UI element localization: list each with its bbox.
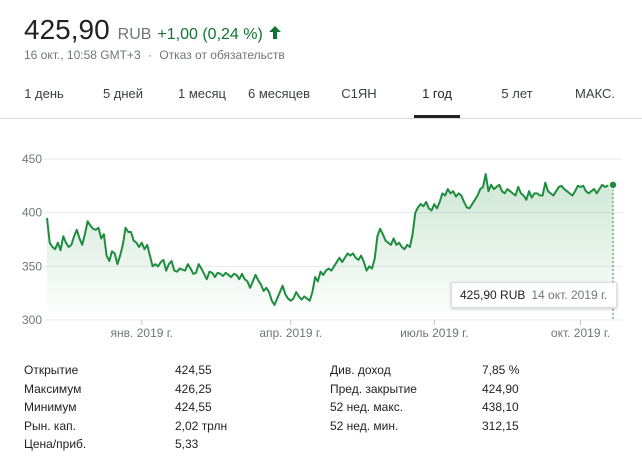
tab-max[interactable]: МАКС.: [573, 78, 617, 118]
stat-label: 52 нед. макс.: [330, 400, 404, 414]
stat-value: 312,15: [482, 418, 519, 433]
disclaimer-link[interactable]: Отказ от обязательств: [159, 48, 284, 62]
arrow-up-icon: [268, 26, 281, 44]
tab-1-year[interactable]: 1 год: [414, 78, 460, 118]
price-change: +1,00 (0,24 %): [157, 26, 263, 43]
tab-1-month[interactable]: 1 месяц: [176, 78, 228, 118]
tab-1-day[interactable]: 1 день: [22, 78, 66, 118]
hover-point: [608, 180, 618, 190]
stat-value: 7,85 %: [482, 363, 520, 377]
stat-value: 424,55: [175, 400, 212, 414]
stat-row-52w-low: 52 нед. мин. 312,15: [330, 419, 530, 438]
tab-6-months[interactable]: 6 месяцев: [247, 78, 311, 118]
quote-header: 425,90 RUB +1,00 (0,24 %) 16 окт., 10:58…: [24, 14, 285, 62]
stat-label: Минимум: [24, 400, 77, 414]
y-tick-label: 350: [22, 259, 42, 273]
stats-left-column: Открытие 424,55 Максимум 426,25 Минимум …: [24, 363, 264, 456]
stat-value: 438,10: [482, 400, 519, 414]
stat-row-prev-close: Пред. закрытие 424,90: [330, 382, 530, 401]
stat-label: 52 нед. мин.: [330, 418, 399, 433]
stat-label: Максимум: [24, 381, 82, 396]
stat-value: 5,33: [175, 437, 199, 451]
hover-tooltip: 425,90 RUB 14 окт. 2019 г.: [451, 282, 617, 308]
stat-row-52w-high: 52 нед. макс. 438,10: [330, 400, 530, 419]
stat-value: 424,55: [175, 363, 212, 377]
quote-timestamp: 16 окт., 10:58 GMT+3: [24, 48, 141, 62]
tooltip-date: 14 окт. 2019 г.: [531, 288, 608, 302]
stat-value: 426,25: [175, 381, 212, 396]
quote-subline: 16 окт., 10:58 GMT+3 · Отказ от обязател…: [24, 48, 285, 62]
tab-5-days[interactable]: 5 дней: [100, 78, 146, 118]
stat-value: 424,90: [482, 381, 519, 396]
currency-code: RUB: [117, 26, 152, 43]
y-tick-label: 450: [22, 152, 42, 166]
tooltip-price: 425,90 RUB: [460, 288, 526, 302]
stat-row-high: Максимум 426,25: [24, 382, 264, 401]
stat-label: Рын. кап.: [24, 418, 76, 433]
y-tick-label: 400: [22, 206, 42, 220]
x-tick-label: янв. 2019 г.: [111, 326, 173, 340]
range-tabs: 1 день 5 дней 1 месяц 6 месяцев С1ЯН 1 г…: [0, 78, 642, 119]
stat-row-low: Минимум 424,55: [24, 400, 264, 419]
stat-row-dividend-yield: Див. доход 7,85 %: [330, 363, 530, 382]
stat-label: Пред. закрытие: [330, 381, 417, 396]
x-tick-label: апр. 2019 г.: [259, 326, 322, 340]
stat-label: Див. доход: [330, 363, 391, 377]
stat-row-open: Открытие 424,55: [24, 363, 264, 382]
x-tick-label: окт. 2019 г.: [551, 326, 610, 340]
y-tick-label: 300: [22, 313, 42, 327]
stat-label: Цена/приб.: [24, 437, 87, 451]
stats-right-column: Див. доход 7,85 % Пред. закрытие 424,90 …: [330, 363, 530, 437]
price-line: 425,90 RUB +1,00 (0,24 %): [24, 14, 285, 46]
stat-row-pe-ratio: Цена/приб. 5,33: [24, 437, 264, 456]
current-price: 425,90: [24, 14, 110, 45]
price-chart[interactable]: 300 350 400 450 янв. 2019 г. апр. 2019 г. июл…: [0, 140, 642, 350]
stat-label: Открытие: [24, 363, 79, 377]
x-tick-label: июль 2019 г.: [400, 326, 468, 340]
separator-dot: ·: [147, 48, 152, 62]
tab-5-years[interactable]: 5 лет: [500, 78, 534, 118]
stat-row-market-cap: Рын. кап. 2,02 трлн: [24, 419, 264, 438]
tab-ytd[interactable]: С1ЯН: [339, 78, 379, 118]
stat-value: 2,02 трлн: [175, 418, 228, 433]
